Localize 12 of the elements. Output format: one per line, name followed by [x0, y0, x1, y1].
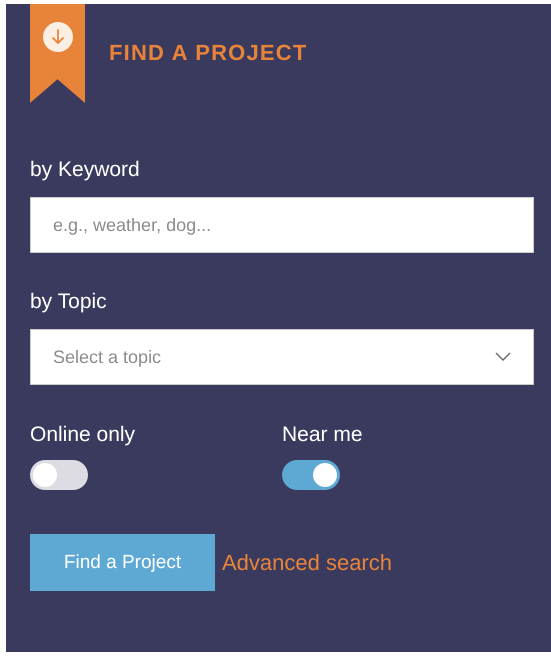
keyword-input-field[interactable]: e.g., weather, dog...	[30, 197, 534, 253]
find-project-button[interactable]: Find a Project	[30, 534, 215, 591]
toggle-switch[interactable]	[282, 460, 340, 490]
toggle-label: Near me	[282, 423, 363, 447]
panel-title: FIND A PROJECT	[109, 40, 308, 66]
topic-dropdown[interactable]: Select a topic	[30, 329, 534, 385]
advanced-search-link[interactable]: Advanced search	[222, 550, 392, 576]
field-label: by Keyword	[30, 158, 141, 182]
toggle-label: Online only	[30, 423, 136, 447]
chevron-down-icon	[495, 352, 511, 362]
toggle-switch[interactable]	[30, 460, 88, 490]
field-label: by Topic	[30, 290, 108, 314]
